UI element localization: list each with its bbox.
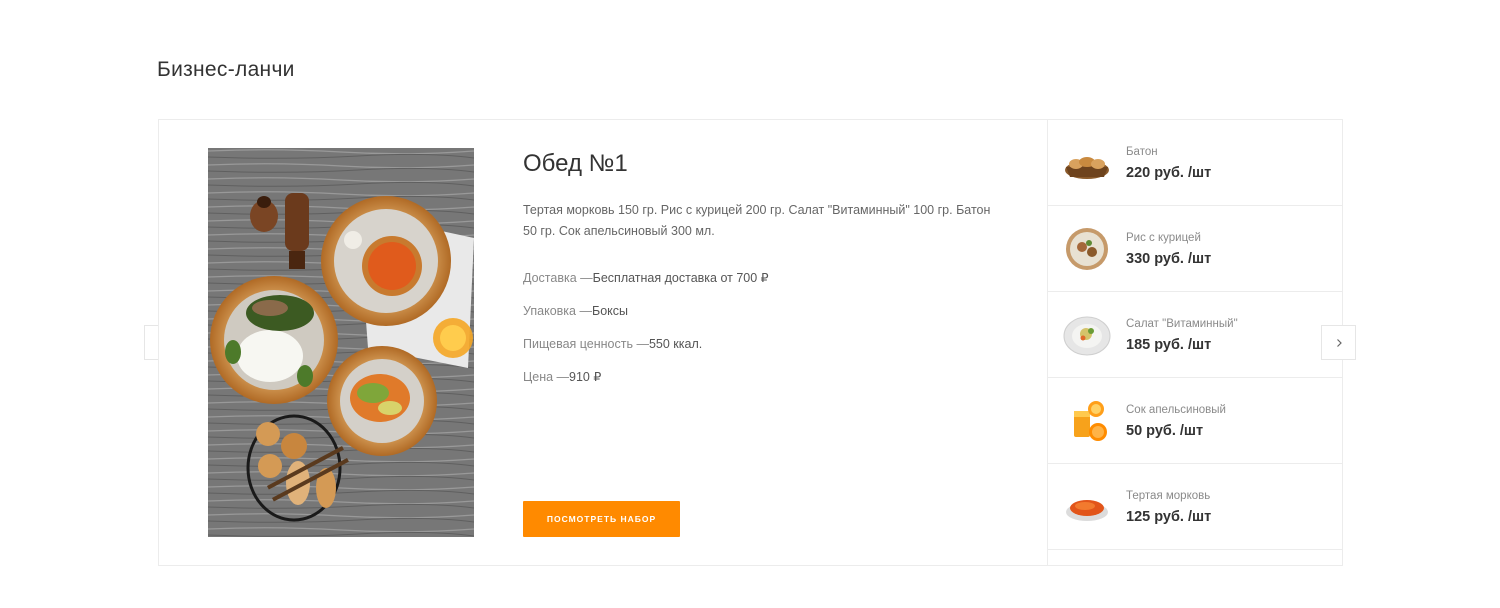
item-name: Батон <box>1126 146 1158 158</box>
grated-carrot-icon <box>1066 500 1108 521</box>
lunch-card: Обед №1 Тертая морковь 150 гр. Рис с кур… <box>158 119 1343 566</box>
lunch-title: Обед №1 <box>523 150 628 177</box>
view-set-button[interactable]: Посмотреть набор <box>523 501 680 537</box>
item-name: Рис с курицей <box>1126 232 1201 244</box>
property-value: Бесплатная доставка от 700 ₽ <box>592 271 769 285</box>
list-item[interactable]: Сок апельсиновый 50 руб. /шт <box>1048 378 1343 464</box>
bread-basket-icon <box>1065 157 1109 179</box>
lunch-description: Тертая морковь 150 гр. Рис с курицей 200… <box>523 203 991 238</box>
salad-icon <box>1063 316 1111 356</box>
item-price: 50 руб. /шт <box>1126 423 1204 439</box>
list-item[interactable]: Салат "Витаминный" 185 руб. /шт <box>1048 292 1343 378</box>
property-label: Доставка — <box>523 271 593 285</box>
item-name: Тертая морковь <box>1126 490 1211 502</box>
lunch-photo-illustration <box>208 148 474 537</box>
property-price: Цена —910 ₽ <box>523 369 993 402</box>
property-nutrition: Пищевая ценность —550 ккал. <box>523 336 993 369</box>
property-packaging: Упаковка —Боксы <box>523 303 993 336</box>
property-label: Пищевая ценность — <box>523 337 649 351</box>
list-item[interactable]: Батон 220 руб. /шт <box>1048 120 1343 206</box>
set-items-list: Батон 220 руб. /шт Рис с курицей 330 руб… <box>1047 120 1343 565</box>
property-value: Боксы <box>591 304 628 318</box>
rice-chicken-icon <box>1066 228 1108 270</box>
property-label: Цена — <box>523 370 570 384</box>
lunch-photo <box>208 148 474 537</box>
carousel-next-button[interactable] <box>1321 325 1356 360</box>
property-label: Упаковка — <box>523 304 592 318</box>
property-value: 910 ₽ <box>569 370 602 384</box>
item-price: 125 руб. /шт <box>1126 509 1212 525</box>
item-name: Салат "Витаминный" <box>1126 318 1238 330</box>
section-title: Бизнес-ланчи <box>157 58 295 81</box>
lunch-details: Обед №1 Тертая морковь 150 гр. Рис с кур… <box>523 150 993 402</box>
item-price: 185 руб. /шт <box>1126 337 1212 353</box>
list-item[interactable]: Рис с курицей 330 руб. /шт <box>1048 206 1343 292</box>
list-item[interactable]: Тертая морковь 125 руб. /шт <box>1048 464 1343 550</box>
item-name: Сок апельсиновый <box>1126 404 1226 416</box>
property-value: 550 ккал. <box>648 337 703 351</box>
item-price: 220 руб. /шт <box>1126 165 1212 181</box>
item-price: 330 руб. /шт <box>1126 251 1212 267</box>
orange-juice-icon <box>1074 401 1107 441</box>
chevron-right-icon <box>1336 338 1342 347</box>
property-delivery: Доставка —Бесплатная доставка от 700 ₽ <box>523 270 993 303</box>
